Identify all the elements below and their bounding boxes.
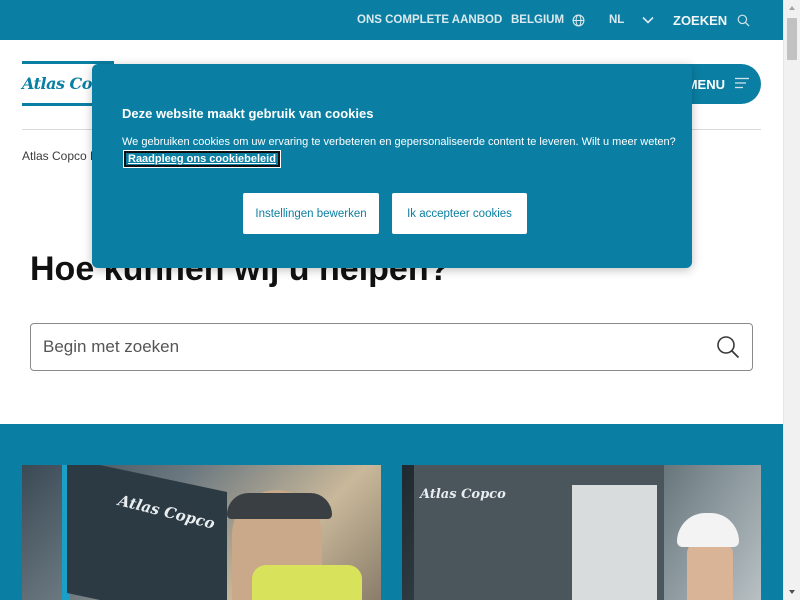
search-placeholder: Begin met zoeken bbox=[43, 337, 180, 356]
search-icon[interactable] bbox=[716, 335, 740, 359]
language-selector[interactable]: NL bbox=[609, 0, 654, 40]
chevron-down-icon bbox=[642, 16, 654, 24]
search-icon bbox=[737, 14, 750, 27]
scroll-down-icon[interactable] bbox=[784, 584, 800, 600]
cookie-policy-link[interactable]: Raadpleeg ons cookiebeleid bbox=[123, 150, 281, 168]
card-image-technician[interactable]: Atlas Copco bbox=[402, 465, 761, 600]
language-label: NL bbox=[609, 14, 625, 26]
card-image-operator[interactable]: Atlas Copco bbox=[22, 465, 381, 600]
search-label: ZOEKEN bbox=[673, 12, 728, 28]
offering-label: ONS COMPLETE AANBOD bbox=[357, 14, 503, 26]
operator-cap bbox=[227, 493, 332, 519]
top-bar: ONS COMPLETE AANBOD BELGIUM NL ZOEKEN bbox=[0, 0, 783, 40]
technician-figure bbox=[687, 543, 733, 600]
accept-cookies-button[interactable]: Ik accepteer cookies bbox=[392, 193, 527, 234]
cabinet-panel bbox=[572, 485, 657, 600]
scroll-up-icon[interactable] bbox=[784, 0, 800, 16]
country-selector[interactable]: BELGIUM bbox=[511, 0, 585, 40]
card-right-logo: Atlas Copco bbox=[420, 487, 506, 502]
menu-label: MENU bbox=[686, 76, 725, 92]
operator-vest bbox=[252, 565, 362, 600]
country-label: BELGIUM bbox=[511, 14, 565, 26]
hamburger-icon bbox=[735, 77, 749, 92]
globe-icon bbox=[572, 14, 585, 27]
compressor-unit bbox=[67, 465, 227, 600]
technician-helmet bbox=[677, 513, 739, 547]
search-input[interactable]: Begin met zoeken bbox=[30, 323, 753, 371]
topbar-search[interactable]: ZOEKEN bbox=[673, 0, 750, 40]
edit-settings-button[interactable]: Instellingen bewerken bbox=[243, 193, 379, 234]
offering-link[interactable]: ONS COMPLETE AANBOD bbox=[357, 0, 502, 40]
page-scrollbar[interactable] bbox=[783, 0, 800, 600]
cookie-description: We gebruiken cookies om uw ervaring te v… bbox=[122, 136, 676, 148]
cookie-consent-dialog: Deze website maakt gebruik van cookies W… bbox=[92, 64, 692, 268]
scroll-thumb[interactable] bbox=[787, 18, 797, 60]
cookie-title: Deze website maakt gebruik van cookies bbox=[122, 106, 374, 121]
